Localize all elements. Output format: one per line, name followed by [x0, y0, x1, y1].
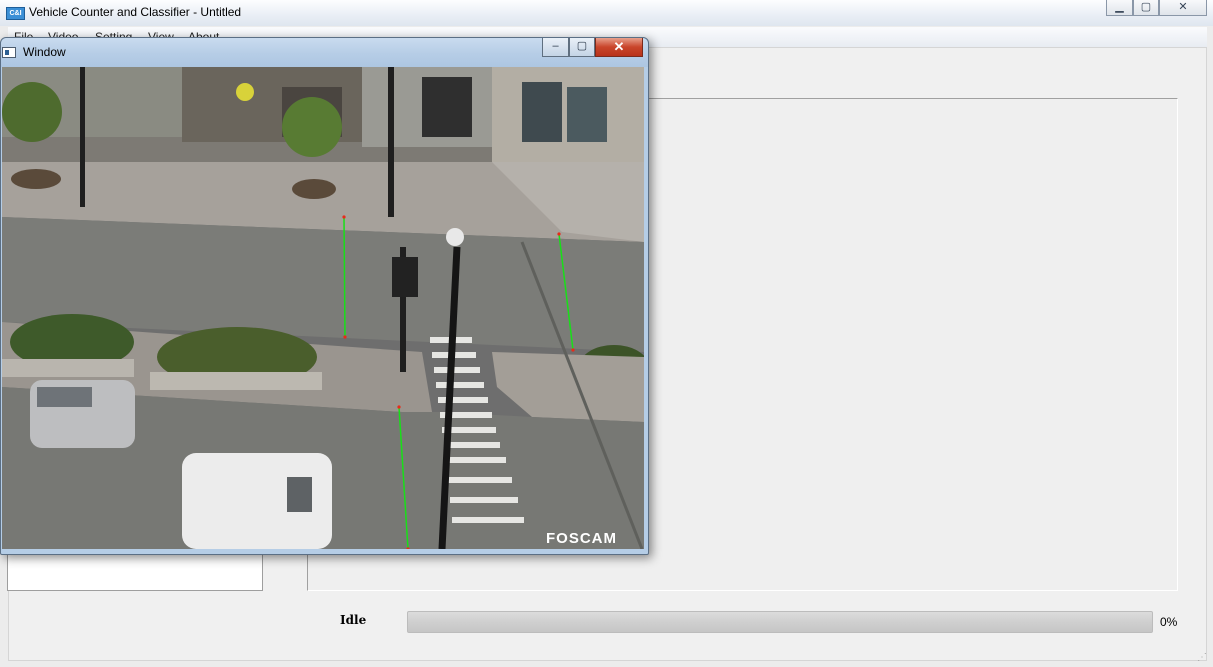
counting-line-endpoint — [343, 335, 347, 339]
maximize-button[interactable]: ▢ — [1133, 0, 1159, 16]
minimize-button[interactable]: ▁ — [1106, 0, 1133, 16]
progress-percent: 0% — [1160, 615, 1178, 629]
counting-line-endpoint — [557, 232, 561, 236]
window-icon — [2, 47, 16, 58]
resize-grip-icon[interactable]: ⋰ — [1197, 652, 1207, 663]
white-van — [182, 453, 332, 549]
street-scene — [2, 67, 644, 549]
app-title: Vehicle Counter and Classifier - Untitle… — [29, 5, 242, 19]
silver-suv — [30, 380, 135, 448]
status-label: Idle — [340, 613, 367, 627]
video-window-title-bar[interactable]: Window – ▢ ✕ — [1, 38, 648, 67]
close-icon: ✕ — [613, 39, 625, 54]
video-minimize-button[interactable]: – — [542, 38, 569, 57]
video-close-button[interactable]: ✕ — [595, 38, 643, 57]
progress-bar — [407, 611, 1153, 633]
counting-line-endpoint — [342, 215, 346, 219]
minimize-icon: ▁ — [1115, 1, 1124, 13]
maximize-icon: ▢ — [1140, 1, 1152, 13]
counting-line-endpoint — [571, 348, 575, 352]
video-window[interactable]: Window – ▢ ✕ FOSCAM — [0, 37, 649, 555]
close-icon: ✕ — [1178, 1, 1188, 13]
foscam-watermark: FOSCAM — [546, 530, 617, 547]
maximize-icon: ▢ — [576, 40, 588, 52]
counting-line-endpoint — [397, 405, 401, 409]
video-window-title: Window — [23, 45, 66, 59]
minimize-icon: – — [552, 40, 559, 52]
video-maximize-button[interactable]: ▢ — [569, 38, 595, 57]
video-frame[interactable]: FOSCAM — [2, 67, 644, 549]
close-button[interactable]: ✕ — [1159, 0, 1207, 16]
counting-line-1 — [343, 216, 346, 338]
app-title-bar[interactable]: C&I Vehicle Counter and Classifier - Unt… — [0, 0, 1213, 26]
app-icon: C&I — [6, 7, 25, 20]
vehicle-list[interactable] — [7, 551, 263, 591]
